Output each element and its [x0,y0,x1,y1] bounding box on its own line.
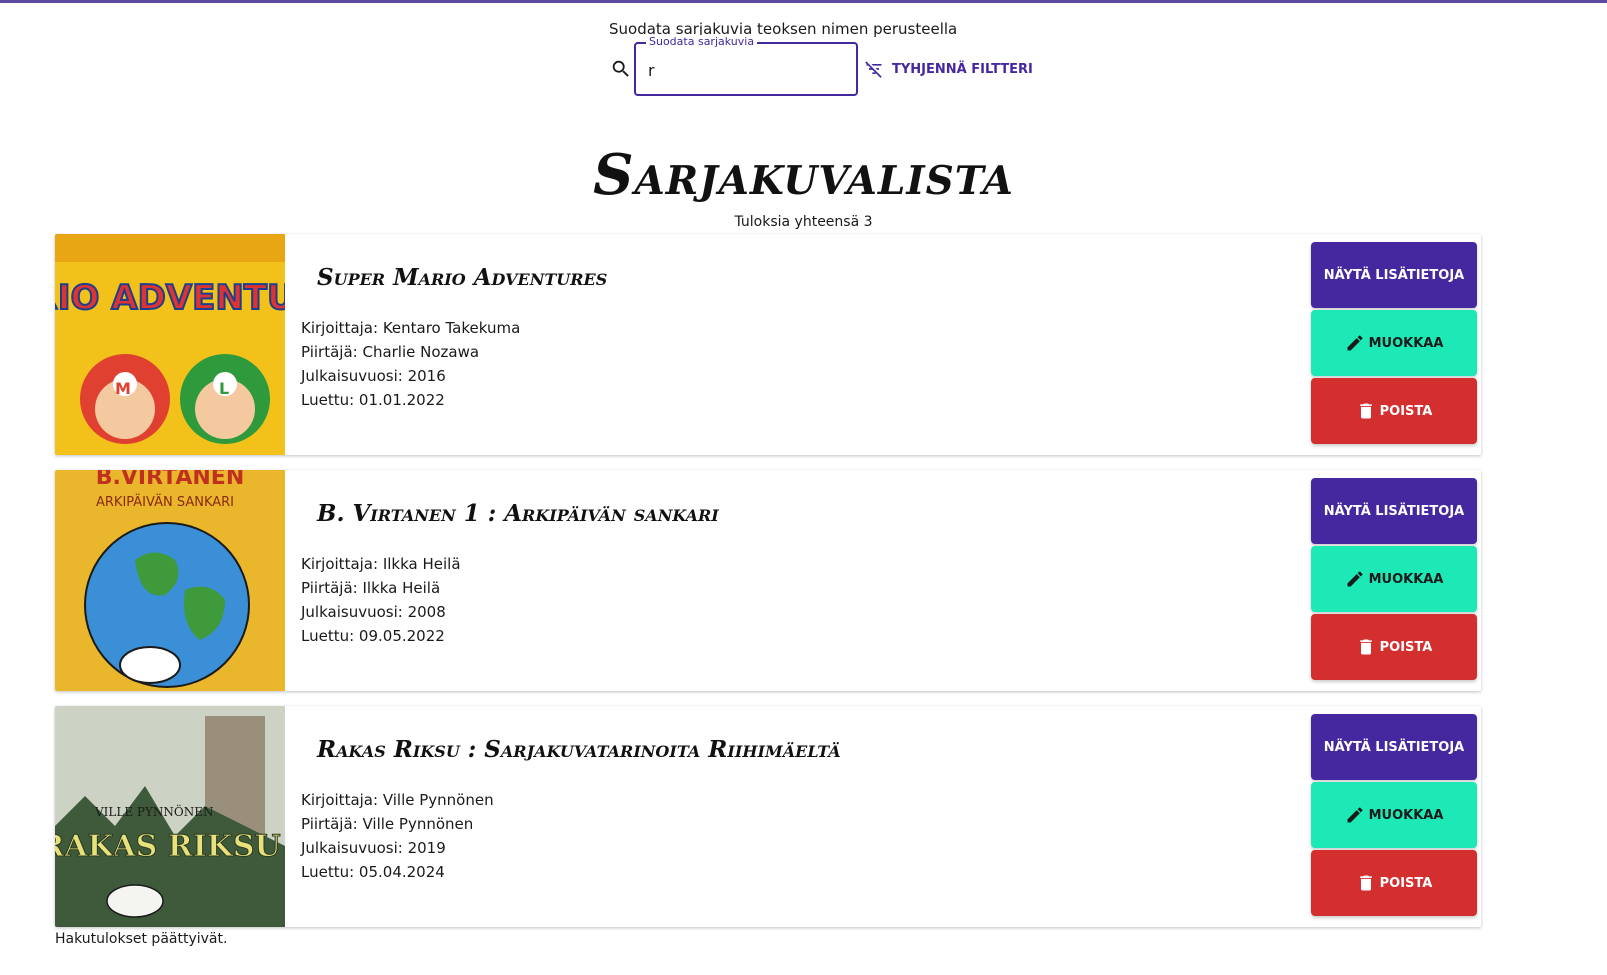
show-details-button[interactable]: NÄYTÄ LISÄTIETOJA [1311,478,1477,544]
show-details-label: NÄYTÄ LISÄTIETOJA [1323,267,1465,283]
delete-button[interactable]: POISTA [1311,378,1477,444]
svg-text:L: L [219,379,229,398]
cover-title-text: B.VIRTANEN [96,470,244,490]
comic-read-date: Luettu: 09.05.2022 [301,627,445,645]
edit-button[interactable]: MUOKKAA [1311,310,1477,376]
cover-subtitle-text: ARKIPÄIVÄN SANKARI [96,494,234,510]
trash-icon [1359,875,1372,891]
comic-details: Kirjoittaja: Ilkka Heilä Piirtäjä: Ilkka… [301,552,461,648]
trash-icon [1359,403,1372,419]
trash-icon [1359,639,1372,655]
show-details-label: NÄYTÄ LISÄTIETOJA [1323,739,1465,755]
comic-title: Super Mario Adventures [317,264,608,291]
page-title: Sarjakuvalista [593,142,1014,208]
comic-read-date: Luettu: 01.01.2022 [301,391,445,409]
search-field[interactable]: Suodata sarjakuvia [634,35,858,96]
delete-label: POISTA [1379,875,1433,891]
filter-off-icon [865,61,882,78]
edit-label: MUOKKAA [1368,335,1444,351]
comic-year: Julkaisuvuosi: 2008 [301,603,446,621]
comic-actions: NÄYTÄ LISÄTIETOJA MUOKKAA POISTA [1311,714,1477,918]
cover-title-text: RAKAS RIKSU [55,829,281,864]
comic-details: Kirjoittaja: Ville Pynnönen Piirtäjä: Vi… [301,788,494,884]
comic-title: B. Virtanen 1 : Arkipäivän sankari [317,500,719,527]
search-field-label: Suodata sarjakuvia [646,35,758,49]
comic-artist: Piirtäjä: Ilkka Heilä [301,579,441,597]
pencil-icon [1347,571,1363,587]
comic-card: VILLE PYNNÖNEN RAKAS RIKSU Rakas Riksu :… [55,706,1481,927]
comic-read-date: Luettu: 05.04.2024 [301,863,445,881]
edit-button[interactable]: MUOKKAA [1311,546,1477,612]
edit-label: MUOKKAA [1368,807,1444,823]
comic-writer: Kirjoittaja: Ilkka Heilä [301,555,461,573]
delete-button[interactable]: POISTA [1311,850,1477,916]
comic-actions: NÄYTÄ LISÄTIETOJA MUOKKAA POISTA [1311,242,1477,446]
search-input[interactable] [648,58,838,82]
comic-artist: Piirtäjä: Charlie Nozawa [301,343,480,361]
comic-writer: Kirjoittaja: Kentaro Takekuma [301,319,521,337]
comic-title: Rakas Riksu : Sarjakuvatarinoita Riihimä… [317,736,841,763]
edit-button[interactable]: MUOKKAA [1311,782,1477,848]
pencil-icon [1347,807,1363,823]
comic-actions: NÄYTÄ LISÄTIETOJA MUOKKAA POISTA [1311,478,1477,682]
delete-label: POISTA [1379,403,1433,419]
cover-illustration: VILLE PYNNÖNEN RAKAS RIKSU [55,706,285,927]
comic-card: B.VIRTANEN ARKIPÄIVÄN SANKARI B. Virtane… [55,470,1481,691]
comic-details: Kirjoittaja: Kentaro Takekuma Piirtäjä: … [301,316,520,412]
delete-button[interactable]: POISTA [1311,614,1477,680]
comic-year: Julkaisuvuosi: 2019 [301,839,446,857]
comic-artist: Piirtäjä: Ville Pynnönen [301,815,474,833]
comic-writer: Kirjoittaja: Ville Pynnönen [301,791,494,809]
search-icon [612,60,629,77]
delete-label: POISTA [1379,639,1433,655]
show-details-button[interactable]: NÄYTÄ LISÄTIETOJA [1311,242,1477,308]
cover-illustration: MARIO ADVENTURES M L [55,234,285,455]
show-details-button[interactable]: NÄYTÄ LISÄTIETOJA [1311,714,1477,780]
cover-author-text: VILLE PYNNÖNEN [94,803,214,819]
result-count: Tuloksia yhteensä 3 [734,214,873,230]
clear-filter-label: TYHJENNÄ FILTTERI [892,61,1033,77]
edit-label: MUOKKAA [1368,571,1444,587]
clear-filter-button[interactable]: TYHJENNÄ FILTTERI [864,58,1033,80]
show-details-label: NÄYTÄ LISÄTIETOJA [1323,503,1465,519]
top-app-bar-edge [0,0,1607,3]
comic-year: Julkaisuvuosi: 2016 [301,367,446,385]
comic-cover-image: MARIO ADVENTURES M L [55,234,285,455]
results-end-text: Hakutulokset päättyivät. [55,931,228,947]
pencil-icon [1347,335,1363,351]
cover-illustration: B.VIRTANEN ARKIPÄIVÄN SANKARI [55,470,285,691]
comic-cover-image: B.VIRTANEN ARKIPÄIVÄN SANKARI [55,470,285,691]
comic-card: MARIO ADVENTURES M L Super Mario Adventu… [55,234,1481,455]
comic-cover-image: VILLE PYNNÖNEN RAKAS RIKSU [55,706,285,927]
cover-title-text: MARIO ADVENTURES [55,278,285,318]
svg-text:M: M [115,379,131,398]
